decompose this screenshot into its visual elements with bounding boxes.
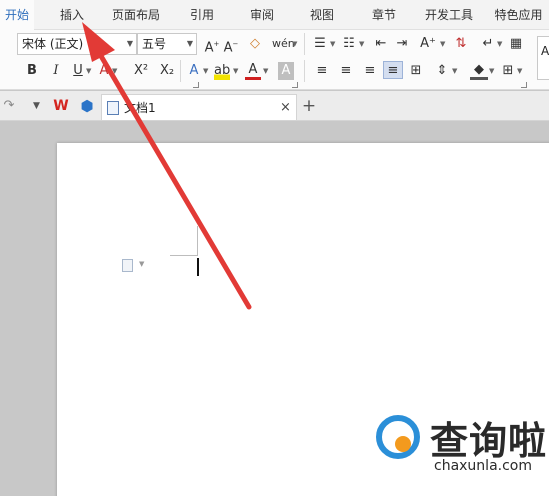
watermark-dot-icon (395, 436, 411, 452)
watermark-url: chaxunla.com (434, 458, 532, 474)
watermark-text: 查询啦 (430, 418, 548, 463)
